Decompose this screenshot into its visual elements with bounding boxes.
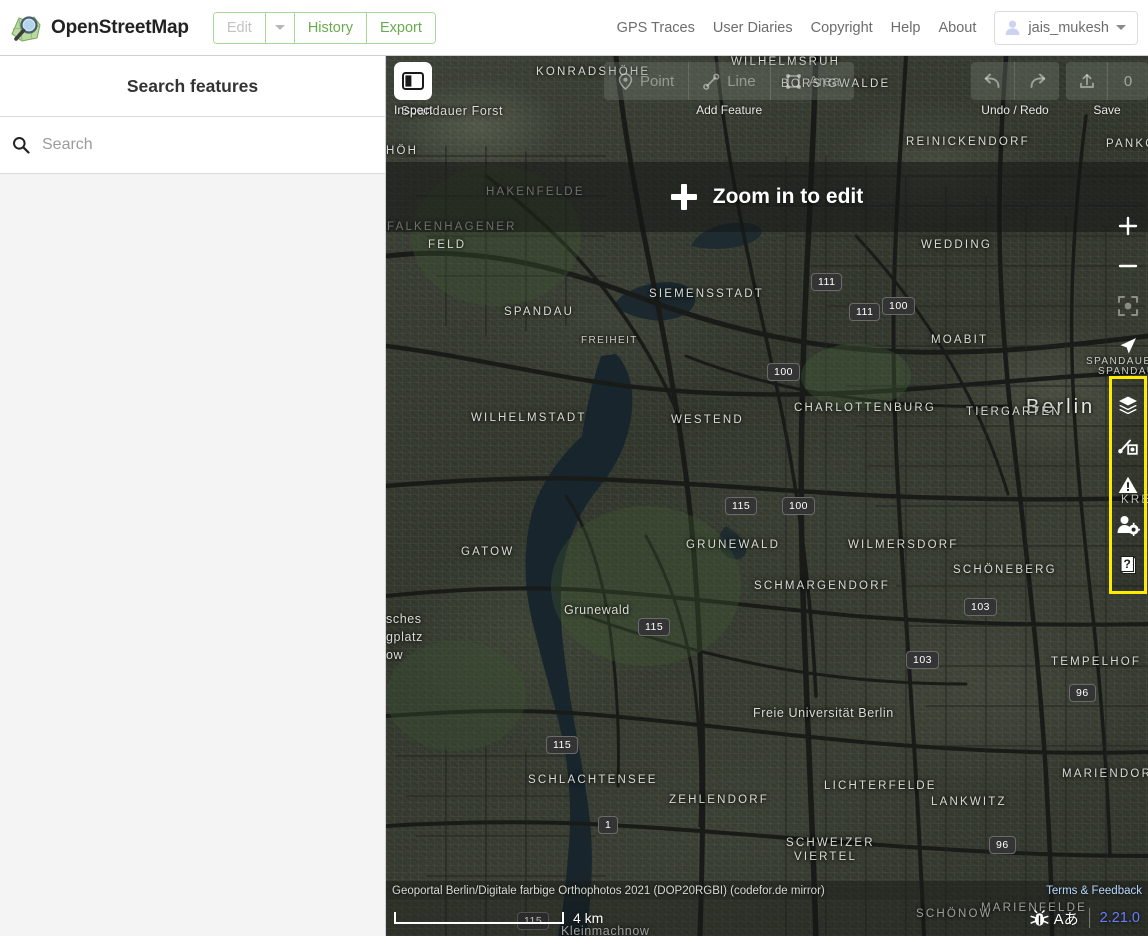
zoom-in-button[interactable]	[1108, 206, 1148, 246]
export-button[interactable]: Export	[366, 12, 435, 43]
nav-gps-traces[interactable]: GPS Traces	[608, 20, 704, 36]
zoom-to-selection-button[interactable]	[1108, 286, 1148, 326]
footer-divider	[1088, 908, 1090, 928]
redo-arrow-icon	[1030, 73, 1046, 88]
undo-redo-group	[971, 62, 1059, 100]
nav-help[interactable]: Help	[882, 20, 930, 36]
minus-icon	[1118, 264, 1138, 268]
scale-bar	[394, 912, 564, 924]
add-line-label: Line	[727, 72, 756, 90]
edit-dropdown-button[interactable]	[265, 12, 295, 43]
zoom-out-button[interactable]	[1108, 246, 1148, 286]
brand-name: OpenStreetMap	[51, 16, 189, 38]
user-name: jais_mukesh	[1028, 19, 1109, 36]
search-results-list	[0, 174, 385, 934]
search-input[interactable]	[42, 136, 362, 154]
help-button[interactable]: ?	[1108, 545, 1148, 585]
zoom-in-to-edit-banner[interactable]: Zoom in to edit	[386, 162, 1148, 232]
site-header: OpenStreetMap Edit History Export GPS Tr…	[0, 0, 1148, 56]
scale-label: 4 km	[573, 910, 604, 926]
map-pin-icon	[618, 72, 633, 90]
geolocate-button[interactable]	[1108, 326, 1148, 366]
map-canvas[interactable]: Berlin KONRADSHÖHE WILHELMSRUH BORSIGWALDE R…	[386, 56, 1148, 936]
add-area-button[interactable]: Area	[771, 62, 855, 100]
save-upload-icon	[1066, 62, 1108, 100]
nav-about[interactable]: About	[930, 20, 986, 36]
zoom-banner-text: Zoom in to edit	[712, 185, 864, 208]
inspect-button[interactable]	[394, 62, 433, 100]
map-tools-group-highlighted: ?	[1109, 376, 1147, 594]
add-feature-group: Point Line Area	[604, 62, 855, 100]
undo-arrow-icon	[984, 73, 999, 88]
background-settings-button[interactable]	[1108, 385, 1148, 425]
imagery-attribution: Geoportal Berlin/Digitale farbige Orthop…	[392, 884, 825, 897]
user-avatar-icon	[1004, 19, 1021, 36]
edit-button[interactable]: Edit	[213, 12, 266, 43]
osm-editor-page: OpenStreetMap Edit History Export GPS Tr…	[0, 0, 1148, 936]
save-group[interactable]: 0	[1066, 62, 1148, 100]
search-row[interactable]	[0, 117, 385, 174]
page-title: Search features	[126, 75, 259, 96]
osm-magnifier-logo	[10, 12, 42, 44]
add-area-label: Area	[808, 72, 841, 90]
add-feature-label: Add Feature	[696, 103, 763, 117]
search-sidebar: Search features	[0, 56, 386, 936]
preferences-button[interactable]	[1108, 505, 1148, 545]
add-point-label: Point	[640, 72, 675, 90]
map-controls: ?	[1108, 206, 1148, 594]
brand[interactable]: OpenStreetMap	[10, 12, 189, 44]
history-button[interactable]: History	[294, 12, 367, 43]
terms-feedback-link[interactable]: Terms & Feedback	[1046, 885, 1142, 897]
location-arrow-icon	[1120, 338, 1136, 354]
language-toggle[interactable]: Aあ	[1054, 908, 1079, 929]
layers-icon	[1119, 396, 1137, 415]
plus-icon	[1118, 216, 1138, 236]
user-menu[interactable]: jais_mukesh	[994, 10, 1138, 45]
user-gear-icon	[1117, 516, 1140, 536]
chevron-down-icon	[1116, 25, 1126, 30]
area-icon	[785, 73, 801, 89]
footer-right: Aあ 2.21.0	[1030, 908, 1140, 929]
undo-redo-label: Undo / Redo	[981, 103, 1049, 117]
undo-button[interactable]	[971, 62, 1015, 100]
map-attribution-bar: Geoportal Berlin/Digitale farbige Orthop…	[386, 881, 1148, 900]
edit-button-group: Edit History Export	[212, 11, 436, 44]
map-data-button[interactable]	[1108, 425, 1148, 465]
header-nav: GPS Traces User Diaries Copyright Help A…	[608, 10, 1138, 45]
add-feature-tool: Point Line Area Add Feature	[604, 62, 855, 117]
sidebar-toggle-icon	[402, 72, 425, 90]
undo-redo-tool: Undo / Redo	[971, 62, 1059, 117]
bug-icon[interactable]	[1030, 909, 1049, 927]
map-footer-bar: 4 km Aあ 2.21.0	[386, 900, 1148, 936]
sidebar-header: Search features	[0, 56, 385, 117]
nav-copyright[interactable]: Copyright	[802, 20, 882, 36]
warning-triangle-icon	[1118, 476, 1138, 493]
line-icon	[703, 73, 720, 90]
nav-user-diaries[interactable]: User Diaries	[704, 20, 802, 36]
issues-button[interactable]	[1108, 465, 1148, 505]
svg-text:?: ?	[1124, 557, 1131, 571]
save-label: Save	[1093, 103, 1121, 117]
help-book-icon: ?	[1120, 555, 1136, 574]
save-tool: 0 Save	[1066, 62, 1148, 117]
map-data-icon	[1118, 439, 1138, 455]
plus-icon	[670, 184, 697, 210]
save-count: 0	[1123, 72, 1133, 90]
version-label[interactable]: 2.21.0	[1100, 910, 1140, 926]
search-icon	[12, 136, 30, 154]
add-line-button[interactable]: Line	[689, 62, 771, 100]
inspect-tool[interactable]: Inspect	[394, 62, 433, 117]
add-point-button[interactable]: Point	[604, 62, 690, 100]
inspect-label: Inspect	[394, 103, 433, 117]
chevron-down-icon	[274, 25, 285, 30]
redo-button[interactable]	[1015, 62, 1059, 100]
crosshair-icon	[1118, 296, 1138, 316]
